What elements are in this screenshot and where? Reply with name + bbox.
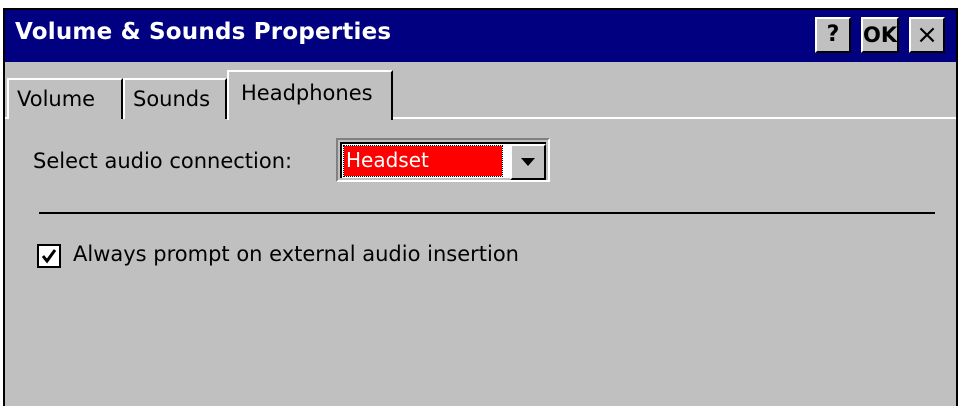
chevron-down-icon [521, 158, 535, 166]
tab-volume[interactable]: Volume [7, 78, 123, 119]
title-bar: Volume & Sounds Properties ? OK × [5, 10, 956, 62]
dropdown-button[interactable] [510, 144, 546, 180]
audio-connection-label: Select audio connection: [33, 149, 293, 173]
tab-strip: Volume Sounds Headphones [5, 62, 956, 120]
tab-headphones[interactable]: Headphones [227, 70, 393, 120]
tab-sounds[interactable]: Sounds [123, 78, 227, 119]
help-button[interactable]: ? [815, 17, 851, 53]
window-title: Volume & Sounds Properties [15, 19, 392, 45]
divider [39, 212, 935, 214]
select-field: Headset [340, 142, 546, 180]
check-icon [41, 249, 57, 264]
audio-connection-select[interactable]: Headset [336, 138, 550, 182]
prompt-checkbox[interactable] [37, 244, 61, 268]
ok-button[interactable]: OK [861, 17, 899, 53]
headphones-panel: Select audio connection: Headset Always … [5, 120, 956, 410]
selected-value: Headset [343, 145, 503, 177]
prompt-checkbox-label[interactable]: Always prompt on external audio insertio… [73, 242, 519, 266]
properties-window: Volume & Sounds Properties ? OK × Volume… [3, 8, 958, 406]
close-button[interactable]: × [909, 17, 945, 53]
